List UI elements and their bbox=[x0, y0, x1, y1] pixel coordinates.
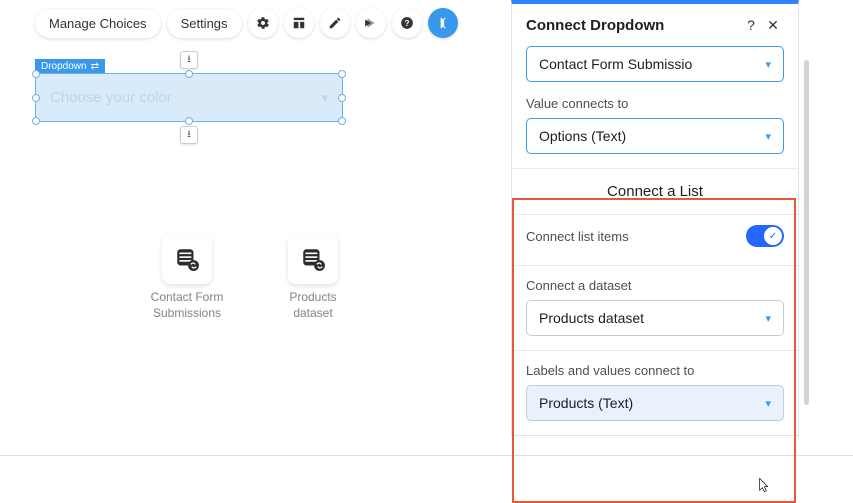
dataset-select[interactable]: Contact Form Submissio ▾ bbox=[526, 46, 784, 82]
value-label: Value connects to bbox=[526, 96, 784, 111]
resize-handle[interactable] bbox=[185, 70, 193, 78]
dataset-label: Products dataset bbox=[273, 290, 353, 321]
selected-element: Dropdown ⇄ Choose your color ▾ ⭳ ⭳ bbox=[35, 56, 343, 122]
panel-help-icon[interactable]: ? bbox=[740, 14, 762, 36]
svg-text:?: ? bbox=[404, 19, 409, 28]
dataset-select-value: Contact Form Submissio bbox=[539, 56, 692, 72]
chevron-down-icon: ▾ bbox=[765, 312, 771, 325]
list-toggle[interactable]: ✓ bbox=[746, 225, 784, 247]
resize-handle[interactable] bbox=[338, 94, 346, 102]
labels-select-value: Products (Text) bbox=[539, 395, 633, 411]
dataset-item[interactable]: Contact Form Submissions bbox=[147, 234, 227, 321]
labels-select[interactable]: Products (Text) ▾ bbox=[526, 385, 784, 421]
chevron-down-icon: ▾ bbox=[765, 58, 771, 71]
manage-choices-button[interactable]: Manage Choices bbox=[35, 9, 161, 38]
toggle-knob: ✓ bbox=[764, 227, 782, 245]
gear-icon[interactable] bbox=[248, 8, 278, 38]
cursor-icon bbox=[755, 477, 771, 497]
panel-scrollbar[interactable] bbox=[804, 60, 809, 405]
resize-handle[interactable] bbox=[32, 117, 40, 125]
connect-panel: Connect Dropdown ? ✕ Contact Form Submis… bbox=[511, 0, 799, 436]
dataset-icon bbox=[288, 234, 338, 284]
horizontal-rule bbox=[0, 455, 853, 456]
chevron-down-icon: ▾ bbox=[765, 397, 771, 410]
help-icon[interactable]: ? bbox=[392, 8, 422, 38]
value-field: Value connects to Options (Text) ▾ bbox=[512, 96, 798, 168]
dataset-icon bbox=[162, 234, 212, 284]
labels-label: Labels and values connect to bbox=[526, 363, 784, 378]
labels-field: Labels and values connect to Products (T… bbox=[512, 363, 798, 435]
chevron-down-icon: ▾ bbox=[765, 130, 771, 143]
dropdown-element[interactable]: Choose your color ▾ ⭳ ⭳ bbox=[35, 73, 343, 122]
resize-handle[interactable] bbox=[32, 70, 40, 78]
element-type-tag: Dropdown ⇄ bbox=[35, 59, 105, 74]
value-select[interactable]: Options (Text) ▾ bbox=[526, 118, 784, 154]
resize-handle[interactable] bbox=[185, 117, 193, 125]
swap-icon: ⇄ bbox=[91, 61, 99, 72]
dataset-item[interactable]: Products dataset bbox=[273, 234, 353, 321]
dropdown-placeholder: Choose your color bbox=[50, 89, 172, 106]
editor-canvas: Manage Choices Settings ? Dropdown ⇄ Cho… bbox=[0, 0, 853, 503]
resize-handle[interactable] bbox=[338, 70, 346, 78]
element-type-label: Dropdown bbox=[41, 61, 87, 72]
settings-button[interactable]: Settings bbox=[167, 9, 242, 38]
list-dataset-label: Connect a dataset bbox=[526, 278, 784, 293]
design-icon[interactable] bbox=[320, 8, 350, 38]
panel-header: Connect Dropdown ? ✕ bbox=[512, 4, 798, 46]
dataset-group: Contact Form Submissions Products datase… bbox=[147, 234, 353, 321]
resize-handle[interactable] bbox=[32, 94, 40, 102]
value-select-value: Options (Text) bbox=[539, 128, 626, 144]
close-icon[interactable]: ✕ bbox=[762, 14, 784, 36]
list-toggle-row: Connect list items ✓ bbox=[512, 225, 798, 265]
list-toggle-label: Connect list items bbox=[526, 229, 629, 244]
download-icon[interactable]: ⭳ bbox=[180, 126, 198, 144]
dataset-label: Contact Form Submissions bbox=[147, 290, 227, 321]
panel-title: Connect Dropdown bbox=[526, 17, 740, 34]
list-dataset-select[interactable]: Products dataset ▾ bbox=[526, 300, 784, 336]
layout-icon[interactable] bbox=[284, 8, 314, 38]
download-icon[interactable]: ⭳ bbox=[180, 51, 198, 69]
dataset-field: Contact Form Submissio ▾ bbox=[512, 46, 798, 96]
animation-icon[interactable] bbox=[356, 8, 386, 38]
connect-data-icon[interactable] bbox=[428, 8, 458, 38]
chevron-down-icon: ▾ bbox=[321, 90, 328, 106]
list-dataset-field: Connect a dataset Products dataset ▾ bbox=[512, 278, 798, 350]
list-dataset-value: Products dataset bbox=[539, 310, 644, 326]
list-section-title: Connect a List bbox=[512, 169, 798, 214]
element-toolbar: Manage Choices Settings ? bbox=[35, 8, 458, 38]
resize-handle[interactable] bbox=[338, 117, 346, 125]
